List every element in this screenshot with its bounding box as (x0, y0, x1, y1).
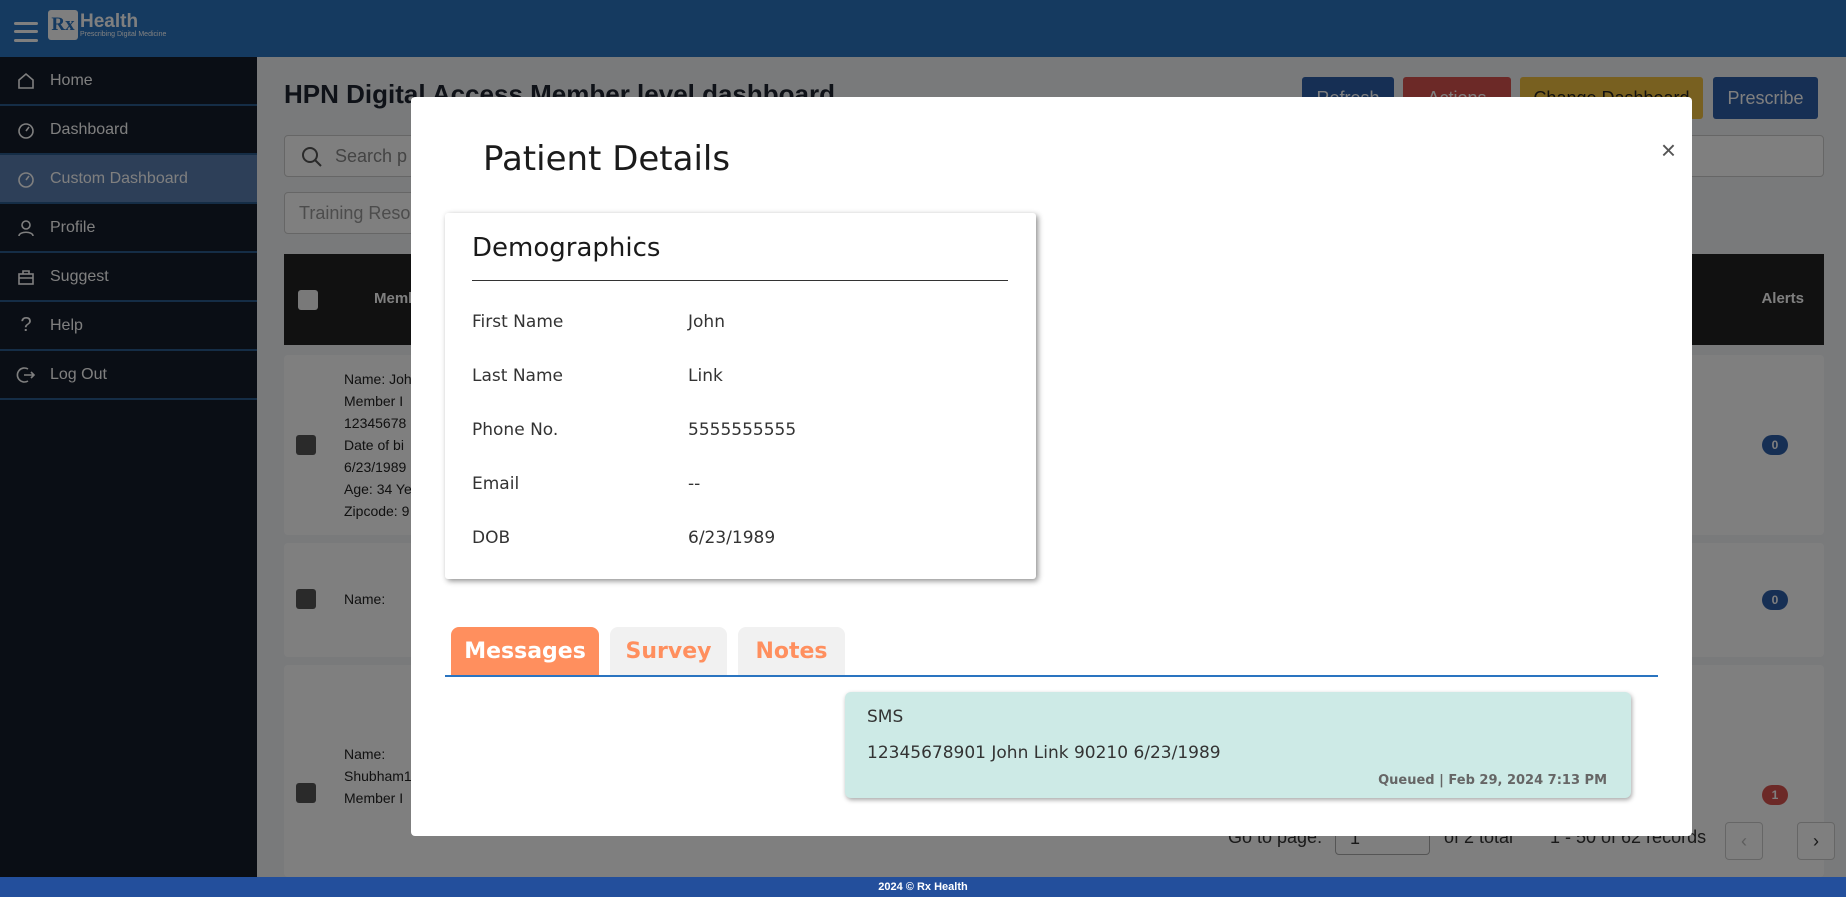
field-value: John (688, 312, 725, 332)
field-label: First Name (472, 312, 564, 332)
message-body: 12345678901 John Link 90210 6/23/1989 (867, 743, 1221, 763)
demographics-row: First Name John (472, 312, 725, 332)
tab-survey[interactable]: Survey (610, 627, 727, 675)
demographics-title: Demographics (472, 233, 661, 263)
detail-tabs: Messages Survey Notes (445, 627, 1658, 677)
patient-details-modal: Patient Details × Demographics First Nam… (411, 97, 1692, 836)
field-value: -- (688, 474, 701, 494)
message-type: SMS (867, 707, 904, 727)
tab-notes[interactable]: Notes (738, 627, 845, 675)
close-icon[interactable]: × (1661, 135, 1676, 166)
message-card: SMS 12345678901 John Link 90210 6/23/198… (845, 692, 1631, 798)
field-label: Phone No. (472, 420, 559, 440)
demographics-row: DOB 6/23/1989 (472, 528, 775, 548)
demographics-row: Last Name Link (472, 366, 723, 386)
demographics-card: Demographics First Name John Last Name L… (445, 213, 1036, 579)
demographics-row: Phone No. 5555555555 (472, 420, 796, 440)
demographics-row: Email -- (472, 474, 700, 494)
field-label: Last Name (472, 366, 563, 386)
field-label: DOB (472, 528, 511, 548)
divider (472, 280, 1008, 281)
footer: 2024 © Rx Health (0, 877, 1846, 897)
field-value: 5555555555 (688, 420, 797, 440)
message-status: Queued | Feb 29, 2024 7:13 PM (1378, 773, 1607, 788)
tab-messages[interactable]: Messages (451, 627, 599, 675)
field-value: Link (688, 366, 723, 386)
field-value: 6/23/1989 (688, 528, 776, 548)
field-label: Email (472, 474, 520, 494)
modal-title: Patient Details (483, 139, 731, 179)
